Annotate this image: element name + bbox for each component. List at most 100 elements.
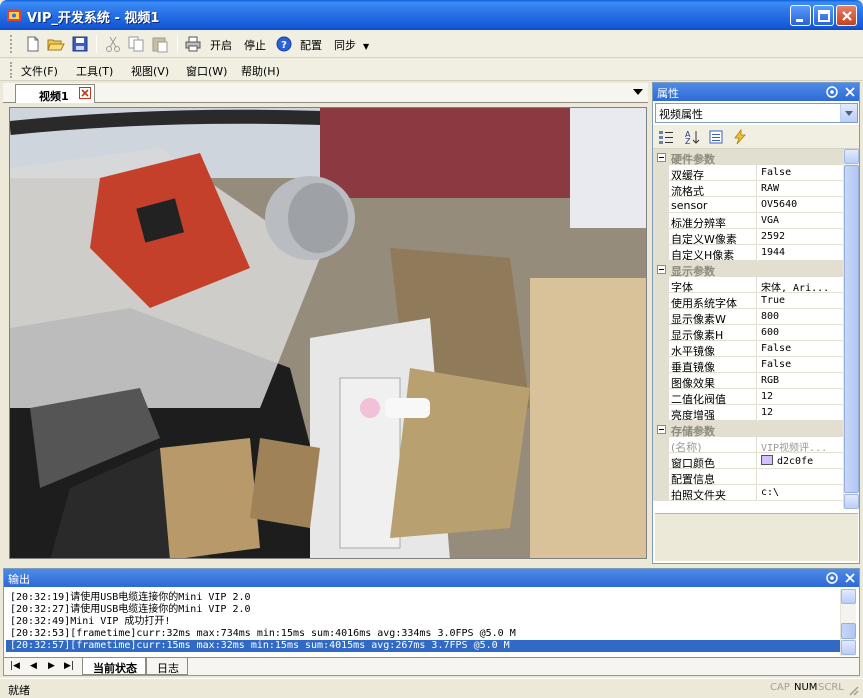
minimize-button[interactable] [790, 5, 811, 26]
toolbar-overflow-icon[interactable]: ▼ [363, 42, 369, 51]
log-line[interactable]: [20:32:19]请使用USB电缆连接你的Mini VIP 2.0 [10, 592, 251, 604]
config-button[interactable]: 配置 [300, 37, 322, 53]
category-hardware[interactable]: 硬件参数 [653, 149, 843, 166]
property-value[interactable]: 600 [758, 325, 843, 341]
property-row[interactable]: 自定义W像素 2592 [653, 229, 843, 245]
menu-tools[interactable]: 工具(T) [76, 63, 113, 79]
object-selector-dropdown[interactable]: 视频属性 [655, 103, 858, 123]
scroll-down-icon[interactable] [844, 494, 859, 509]
log-line[interactable]: [20:32:27]请使用USB电缆连接你的Mini VIP 2.0 [10, 604, 251, 616]
property-value[interactable]: OV5640 [758, 197, 843, 213]
alphabetical-icon[interactable]: A Z [684, 129, 700, 145]
dropdown-arrow-icon[interactable] [840, 104, 857, 122]
properties-scrollbar[interactable] [843, 149, 859, 509]
scroll-up-icon[interactable] [841, 589, 856, 604]
property-row[interactable]: 二值化阀值 12 [653, 389, 843, 405]
property-value[interactable]: 宋体, Ari... [758, 277, 843, 293]
collapse-icon[interactable] [657, 425, 666, 434]
log-line[interactable]: [20:32:49]Mini VIP 成功打开! [10, 616, 170, 628]
property-row[interactable]: 标准分辨率 VGA [653, 213, 843, 229]
property-row[interactable]: 亮度增强 12 [653, 405, 843, 421]
property-value[interactable]: True [758, 293, 843, 309]
property-row[interactable]: 图像效果 RGB [653, 373, 843, 389]
property-value-color[interactable]: d2c0fe [758, 453, 843, 469]
first-tab-icon[interactable]: |◀ [10, 661, 20, 671]
property-value[interactable]: 1944 [758, 245, 843, 261]
menubar-grip[interactable] [10, 62, 13, 78]
property-row[interactable]: 配置信息 [653, 469, 843, 485]
stop-button[interactable]: 停止 [244, 37, 266, 53]
category-storage[interactable]: 存储参数 [653, 421, 843, 438]
output-log[interactable]: [20:32:19]请使用USB电缆连接你的Mini VIP 2.0 [20:3… [4, 589, 840, 657]
menu-view[interactable]: 视图(V) [131, 63, 169, 79]
property-row[interactable]: 流格式 RAW [653, 181, 843, 197]
scroll-thumb[interactable] [844, 165, 859, 493]
close-icon[interactable] [843, 571, 857, 585]
property-row[interactable]: 水平镜像 False [653, 341, 843, 357]
property-row[interactable]: 自定义H像素 1944 [653, 245, 843, 261]
new-file-icon[interactable] [24, 35, 42, 53]
menu-window[interactable]: 窗口(W) [186, 63, 227, 79]
property-value[interactable]: False [758, 357, 843, 373]
property-value[interactable]: RAW [758, 181, 843, 197]
close-button[interactable] [836, 5, 857, 26]
property-value[interactable]: RGB [758, 373, 843, 389]
property-row[interactable]: 字体 宋体, Ari... [653, 277, 843, 293]
print-icon[interactable] [184, 35, 202, 53]
collapse-icon[interactable] [657, 153, 666, 162]
property-value[interactable]: c:\ [758, 485, 843, 501]
property-value[interactable] [758, 469, 843, 485]
start-button[interactable]: 开启 [210, 37, 232, 53]
tab-current-status[interactable]: 当前状态 [82, 658, 146, 675]
property-row[interactable]: 使用系统字体 True [653, 293, 843, 309]
property-row[interactable]: 窗口颜色 d2c0fe [653, 453, 843, 469]
close-icon[interactable] [843, 85, 857, 99]
next-tab-icon[interactable]: ▶ [48, 661, 55, 671]
property-row[interactable]: sensor OV5640 [653, 197, 843, 213]
resize-grip-icon[interactable] [847, 684, 859, 696]
property-pages-icon[interactable] [708, 129, 724, 145]
copy-icon[interactable] [127, 35, 145, 53]
pin-icon[interactable] [825, 85, 839, 99]
scroll-down-icon[interactable] [841, 640, 856, 655]
paste-icon[interactable] [151, 35, 169, 53]
property-value[interactable]: 12 [758, 405, 843, 421]
sync-button[interactable]: 同步 [334, 37, 356, 53]
output-scrollbar[interactable] [840, 589, 856, 656]
property-row[interactable]: 拍照文件夹 c:\ [653, 485, 843, 501]
property-value[interactable]: 800 [758, 309, 843, 325]
last-tab-icon[interactable]: ▶| [64, 661, 74, 671]
scroll-up-icon[interactable] [844, 149, 859, 164]
events-icon[interactable] [732, 129, 748, 145]
property-value[interactable]: VGA [758, 213, 843, 229]
maximize-button[interactable] [813, 5, 834, 26]
toolbar-grip[interactable] [10, 35, 13, 53]
collapse-icon[interactable] [657, 265, 666, 274]
property-value[interactable]: 2592 [758, 229, 843, 245]
property-value[interactable]: False [758, 341, 843, 357]
menu-help[interactable]: 帮助(H) [241, 63, 280, 79]
prev-tab-icon[interactable]: ◀ [30, 661, 37, 671]
property-row[interactable]: 垂直镜像 False [653, 357, 843, 373]
menu-file[interactable]: 文件(F) [21, 63, 58, 79]
scroll-thumb[interactable] [841, 623, 856, 639]
log-line[interactable]: [20:32:53][frametime]curr:32ms max:734ms… [10, 628, 516, 640]
save-icon[interactable] [71, 35, 89, 53]
open-folder-icon[interactable] [47, 35, 65, 53]
tab-close-button[interactable] [79, 87, 91, 99]
help-icon[interactable]: ? [275, 35, 293, 53]
tab-log[interactable]: 日志 [146, 658, 188, 675]
categorized-icon[interactable] [658, 129, 674, 145]
pin-icon[interactable] [825, 571, 839, 585]
log-line-selected[interactable]: [20:32:57][frametime]curr:15ms max:32ms … [6, 640, 840, 652]
property-row[interactable]: (名称) VIP视频评... [653, 437, 843, 453]
property-row[interactable]: 双缓存 False [653, 165, 843, 181]
property-row[interactable]: 显示像素H 600 [653, 325, 843, 341]
category-display[interactable]: 显示参数 [653, 261, 843, 278]
output-title-bar[interactable]: 输出 [4, 569, 859, 587]
cut-icon[interactable] [104, 35, 122, 53]
property-value[interactable]: 12 [758, 389, 843, 405]
property-row[interactable]: 显示像素W 800 [653, 309, 843, 325]
property-value[interactable]: False [758, 165, 843, 181]
tab-list-dropdown-icon[interactable] [633, 89, 643, 95]
